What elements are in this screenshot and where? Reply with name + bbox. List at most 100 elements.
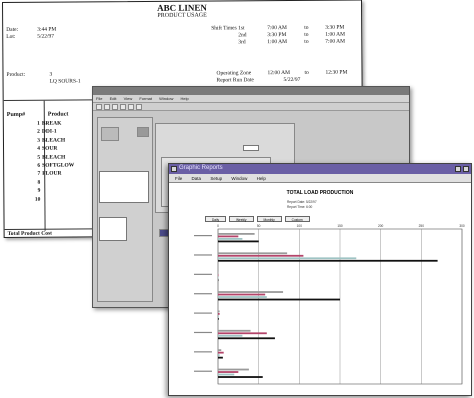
lot-label: Lot: (6, 33, 16, 40)
shift-1-start: 7:00 AM (267, 25, 287, 32)
bar (218, 259, 438, 262)
product-name: LQ SOURS-1 (49, 78, 81, 85)
bar (218, 252, 288, 255)
report-run-label: Report Run Date (216, 77, 254, 84)
bar (218, 313, 220, 315)
toolbar-button[interactable] (120, 104, 126, 110)
x-tick-label: 100 (297, 224, 303, 228)
bar (218, 257, 357, 260)
mid-menu-format[interactable]: Format (139, 96, 152, 101)
lot-value: 5/22/97 (37, 33, 55, 40)
shift-2nd-label: 2nd (238, 32, 247, 39)
operating-to: to (304, 69, 309, 76)
bar (218, 235, 239, 238)
category-label-mark (194, 331, 212, 334)
bar (218, 334, 243, 337)
load-production-chart: 0 50 100 150 200 250 300 (194, 224, 465, 385)
mid-icon-button[interactable] (137, 127, 149, 137)
bar (218, 240, 259, 243)
bar (218, 296, 267, 298)
product-label: Product: (6, 71, 26, 78)
bar (218, 271, 219, 274)
product-rows: 1 BREAK 2 DDI-1 3 BLEACH 4 SOUR 5 BLEACH 6 SOF… (8, 120, 75, 205)
bar (218, 376, 263, 378)
bar (218, 279, 219, 282)
toolbar-button[interactable] (128, 104, 134, 110)
mid-menu-view[interactable]: View (124, 96, 133, 101)
bar (218, 337, 275, 340)
toolbar-button[interactable] (104, 104, 110, 110)
mid-preview-box[interactable] (99, 217, 127, 241)
mid-dialog-field[interactable] (243, 145, 259, 151)
col-pump-header: Pump# (6, 111, 26, 118)
x-tick-label: 0 (217, 224, 219, 228)
bar (218, 310, 220, 313)
x-tick-label: 200 (378, 224, 384, 228)
shift-label: Shift Times 1st (211, 25, 245, 32)
table-row: 6 SOFTGLOW (37, 162, 75, 169)
category-label-mark (194, 273, 212, 275)
bar (218, 293, 266, 296)
x-tick-label: 300 (459, 224, 465, 228)
mid-menu-edit[interactable]: Edit (110, 96, 117, 101)
mid-panel-block[interactable] (101, 127, 119, 141)
bar (218, 298, 340, 301)
bar (218, 318, 219, 320)
total-cost-label: Total Product Cost (7, 230, 52, 237)
shift-3-to: to (304, 38, 309, 45)
table-row: 10 (34, 196, 41, 203)
col-product-header: Product (47, 111, 69, 118)
operating-start: 12:00 AM (267, 69, 290, 77)
bar (218, 351, 224, 354)
category-label-mark (194, 254, 212, 256)
bar (218, 332, 267, 335)
operating-end: 12:30 PM (325, 69, 348, 76)
shift-3-start: 1:00 AM (267, 39, 288, 46)
bar (218, 233, 255, 235)
category-label-mark (194, 312, 212, 314)
shift-1-end: 3:30 PM (325, 24, 345, 31)
mid-menu-window[interactable]: Window (159, 96, 173, 101)
bar (218, 254, 304, 257)
bar (218, 274, 219, 277)
bar (218, 373, 235, 376)
shift-3rd-label: 3rd (238, 39, 246, 46)
table-row: 3 BLEACH (37, 137, 66, 144)
shift-2-to: to (304, 31, 309, 38)
operating-zone-label: Operating Zone (216, 70, 252, 77)
bar (218, 315, 219, 318)
bar (218, 276, 219, 279)
bar (218, 238, 243, 240)
report-subtitle: PRODUCT USAGE (157, 12, 207, 19)
report-run-value: 5/22/97 (283, 76, 301, 84)
product-value: 3 (49, 71, 53, 78)
bar (218, 354, 220, 357)
date-label: Date: (6, 26, 19, 33)
mid-list-box[interactable] (99, 171, 149, 203)
mid-menu-file[interactable]: File (96, 96, 102, 101)
shift-2-end: 1:00 AM (325, 31, 345, 38)
shift-1-to: to (304, 24, 309, 31)
x-tick-label: 150 (337, 224, 343, 228)
bar (218, 329, 251, 332)
graphic-reports-window: Graphic Reports File Data Setup Window H… (168, 163, 472, 396)
category-label-mark (194, 235, 212, 237)
shift-3-end: 7:00 AM (325, 38, 346, 45)
mid-menu-help[interactable]: Help (181, 96, 189, 101)
x-tick-label: 250 (419, 224, 425, 228)
bar (218, 368, 249, 371)
category-label-mark (194, 351, 212, 353)
bar (218, 371, 239, 373)
x-tick-label: 50 (257, 224, 261, 228)
category-label-mark (194, 293, 212, 295)
toolbar-button[interactable] (96, 104, 102, 110)
toolbar-button[interactable] (112, 104, 118, 110)
bar (218, 356, 223, 359)
shift-2-start: 3:30 PM (267, 32, 287, 39)
mid-title-bar[interactable] (93, 87, 409, 95)
toolbar-button[interactable] (136, 104, 142, 110)
mid-menu-bar: File Edit View Format Window Help (93, 95, 409, 103)
mid-toolbar (93, 103, 409, 111)
date-value: 3:44 PM (37, 26, 57, 33)
category-label-mark (194, 370, 212, 372)
